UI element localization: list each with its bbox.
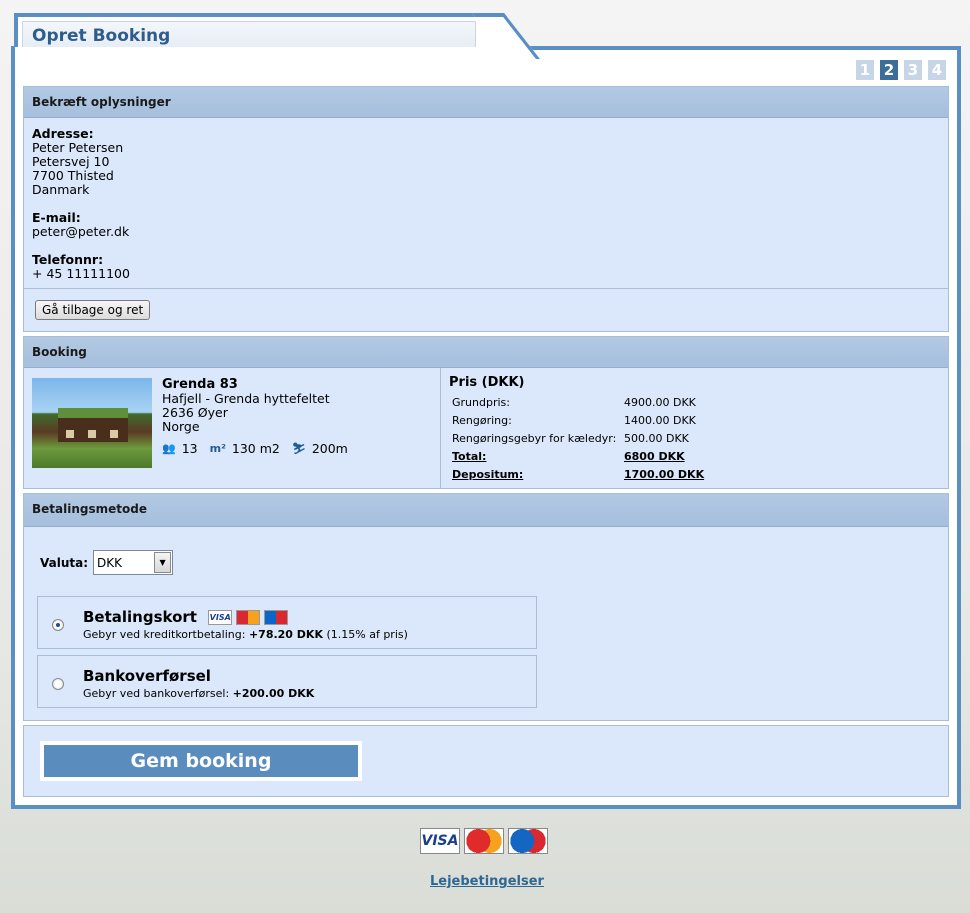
price-value: 4900.00 DKK (624, 395, 696, 409)
property-postal: 2636 Øyer (162, 405, 228, 420)
maestro-icon (508, 828, 548, 854)
property-area: Hafjell - Grenda hyttefeltet (162, 391, 330, 406)
price-row: Rengøring: 1400.00 DKK (449, 411, 704, 429)
card-logos: VISA (208, 610, 289, 625)
property-country: Norge (162, 419, 200, 434)
step-2-active: 2 (880, 60, 898, 80)
confirm-panel: Bekræft oplysninger Adresse: Peter Peter… (23, 86, 949, 332)
deposit-value: 1700.00 DKK (624, 467, 705, 481)
card-radio[interactable] (52, 619, 64, 631)
visa-icon: VISA (420, 828, 460, 854)
address-line: Peter Petersen (32, 140, 124, 155)
payment-option-card[interactable]: Betalingskort VISA Gebyr ved kreditkortb… (37, 596, 537, 649)
phone-label: Telefonnr: (32, 252, 104, 267)
confirm-header: Bekræft oplysninger (24, 87, 948, 118)
price-summary: Pris (DKK) Grundpris: 4900.00 DKK Rengør… (449, 375, 704, 483)
booking-header: Booking (24, 337, 948, 368)
bank-fee-prefix: Gebyr ved bankoverførsel: (83, 687, 230, 700)
bank-option-title: Bankoverførsel (83, 667, 211, 685)
step-indicator: 1 2 3 4 (856, 60, 946, 80)
contact-info: Adresse: Peter Petersen Petersvej 10 770… (24, 118, 948, 281)
total-row: Total: 6800 DKK (449, 447, 704, 465)
visa-icon: VISA (208, 610, 233, 625)
bank-fee: Gebyr ved bankoverførsel: +200.00 DKK (83, 687, 314, 700)
phone-value: + 45 11111100 (32, 266, 130, 281)
property-facts: 👥 13 m² 130 m2 ⛷ 200m (162, 442, 348, 456)
card-option-title: Betalingskort VISA (83, 608, 289, 626)
card-fee-prefix: Gebyr ved kreditkortbetaling: (83, 628, 246, 641)
price-table: Grundpris: 4900.00 DKK Rengøring: 1400.0… (449, 393, 704, 483)
maestro-icon (264, 610, 289, 625)
card-fee-suffix: (1.15% af pris) (326, 628, 408, 641)
currency-select[interactable]: DKK ▼ (93, 550, 174, 575)
price-label: Rengøringsgebyr for kæledyr: (452, 431, 617, 445)
property-photo (32, 378, 152, 468)
payment-header: Betalingsmetode (24, 494, 948, 527)
address-line: 7700 Thisted (32, 168, 114, 183)
phone-block: Telefonnr: + 45 11111100 (32, 253, 940, 281)
price-label: Rengøring: (452, 413, 512, 427)
save-booking-button[interactable]: Gem booking (44, 745, 358, 777)
ski-icon: ⛷ (291, 442, 306, 455)
deposit-label: Depositum: (452, 467, 524, 481)
address-line: Danmark (32, 182, 90, 197)
ski-distance: 200m (311, 441, 348, 456)
total-value: 6800 DKK (624, 449, 685, 463)
card-fee-amount: +78.20 DKK (248, 628, 323, 641)
price-value: 1400.00 DKK (624, 413, 696, 427)
price-row: Grundpris: 4900.00 DKK (449, 393, 704, 411)
currency-label: Valuta: (40, 555, 89, 570)
save-wrapper: Gem booking (40, 741, 362, 781)
payment-option-bank[interactable]: Bankoverførsel Gebyr ved bankoverførsel:… (37, 655, 537, 708)
save-panel: Gem booking (23, 725, 949, 797)
step-1: 1 (856, 60, 874, 80)
mastercard-icon (236, 610, 261, 625)
back-edit-button[interactable]: Gå tilbage og ret (35, 300, 151, 320)
price-title: Pris (DKK) (449, 375, 525, 390)
deposit-row: Depositum: 1700.00 DKK (449, 465, 704, 483)
currency-row: Valuta: DKK ▼ (40, 550, 174, 575)
property-details: Grenda 83 Hafjell - Grenda hyttefeltet 2… (162, 378, 348, 456)
email-label: E-mail: (32, 210, 81, 225)
property-name: Grenda 83 (162, 377, 238, 392)
email-block: E-mail: peter@peter.dk (32, 211, 940, 239)
email-value: peter@peter.dk (32, 224, 130, 239)
currency-value: DKK (97, 556, 123, 570)
card-option-label: Betalingskort (83, 608, 197, 626)
address-label: Adresse: (32, 126, 94, 141)
chevron-down-icon[interactable]: ▼ (154, 552, 172, 573)
price-row: Rengøringsgebyr for kæledyr: 500.00 DKK (449, 429, 704, 447)
footer-card-logos: VISA (420, 828, 548, 854)
address-line: Petersvej 10 (32, 154, 110, 169)
booking-panel: Booking Grenda 83 Hafjell - Grenda hytte… (23, 336, 949, 489)
persons-icon: 👥 (162, 442, 176, 455)
bank-radio[interactable] (52, 678, 64, 690)
property-size: 130 m2 (231, 441, 280, 456)
terms-link[interactable]: Lejebetingelser (430, 874, 544, 889)
cabin-window (66, 430, 74, 438)
step-4: 4 (928, 60, 946, 80)
cabin-window (110, 430, 118, 438)
total-label: Total: (452, 449, 487, 463)
divider (24, 288, 948, 289)
card-fee: Gebyr ved kreditkortbetaling: +78.20 DKK… (83, 628, 408, 641)
tab-joint (15, 47, 502, 55)
area-icon: m² (209, 442, 226, 455)
price-label: Grundpris: (452, 395, 510, 409)
payment-panel: Betalingsmetode Valuta: DKK ▼ Betalingsk… (23, 493, 949, 721)
bank-fee-amount: +200.00 DKK (232, 687, 315, 700)
persons-count: 13 (181, 441, 198, 456)
step-3: 3 (904, 60, 922, 80)
mastercard-icon (464, 828, 504, 854)
page-title: Opret Booking (32, 26, 171, 46)
cabin-shape (58, 408, 128, 442)
booking-divider (440, 368, 441, 489)
address-block: Adresse: Peter Petersen Petersvej 10 770… (32, 127, 940, 197)
cabin-window (88, 430, 96, 438)
price-value: 500.00 DKK (624, 431, 689, 445)
